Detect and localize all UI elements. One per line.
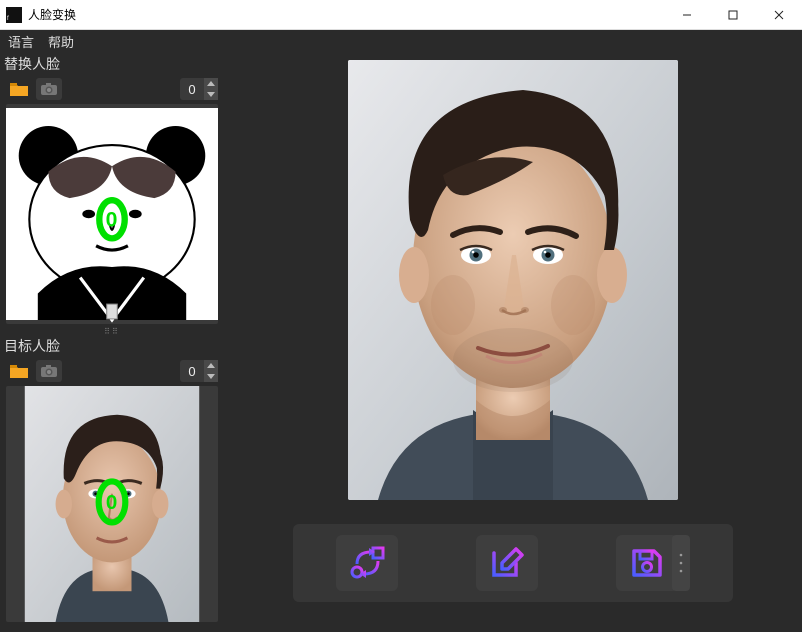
close-button[interactable] — [756, 0, 802, 30]
minimize-button[interactable] — [664, 0, 710, 30]
svg-text:0: 0 — [106, 209, 118, 232]
target-toolbar: 0 — [0, 358, 224, 386]
target-index-up[interactable] — [204, 360, 218, 371]
target-open-folder-button[interactable] — [6, 360, 32, 382]
target-index-value: 0 — [180, 364, 204, 379]
save-dropdown-button[interactable] — [672, 535, 690, 591]
target-panel-label: 目标人脸 — [0, 334, 224, 358]
source-index-up[interactable] — [204, 78, 218, 89]
save-icon — [628, 545, 666, 581]
folder-icon — [9, 363, 29, 379]
source-open-folder-button[interactable] — [6, 78, 32, 100]
target-index-down[interactable] — [204, 371, 218, 382]
window-title: 人脸变换 — [28, 6, 664, 23]
sidebar: 替换人脸 0 — [0, 52, 224, 632]
titlebar: f 人脸变换 — [0, 0, 802, 30]
camera-icon — [40, 82, 58, 96]
menubar: 语言 帮助 — [0, 30, 802, 52]
drag-handle-icon — [676, 543, 686, 583]
target-thumbnail[interactable]: 0 — [6, 386, 218, 622]
source-image: 0 — [6, 104, 218, 324]
preview-face — [348, 60, 678, 500]
menu-help[interactable]: 帮助 — [48, 32, 74, 51]
app-icon: f — [6, 7, 22, 23]
source-index-value: 0 — [180, 82, 204, 97]
source-index-down[interactable] — [204, 89, 218, 100]
target-camera-button[interactable] — [36, 360, 62, 382]
source-panel-label: 替换人脸 — [0, 52, 224, 76]
svg-text:0: 0 — [106, 491, 117, 514]
preview-image[interactable] — [348, 60, 678, 500]
swap-icon — [347, 544, 387, 582]
swap-button[interactable] — [336, 535, 398, 591]
action-bar — [293, 524, 733, 602]
source-index-spinbox[interactable]: 0 — [180, 78, 218, 100]
edit-icon — [488, 545, 526, 581]
folder-icon — [9, 81, 29, 97]
camera-icon — [40, 364, 58, 378]
source-toolbar: 0 — [0, 76, 224, 104]
target-index-spinbox[interactable]: 0 — [180, 360, 218, 382]
main-area — [224, 52, 802, 632]
menu-language[interactable]: 语言 — [8, 32, 34, 51]
window-controls — [664, 0, 802, 30]
source-camera-button[interactable] — [36, 78, 62, 100]
save-button[interactable] — [616, 535, 678, 591]
target-image: 0 — [6, 386, 218, 622]
maximize-button[interactable] — [710, 0, 756, 30]
source-thumbnail[interactable]: 0 — [6, 104, 218, 324]
edit-button[interactable] — [476, 535, 538, 591]
